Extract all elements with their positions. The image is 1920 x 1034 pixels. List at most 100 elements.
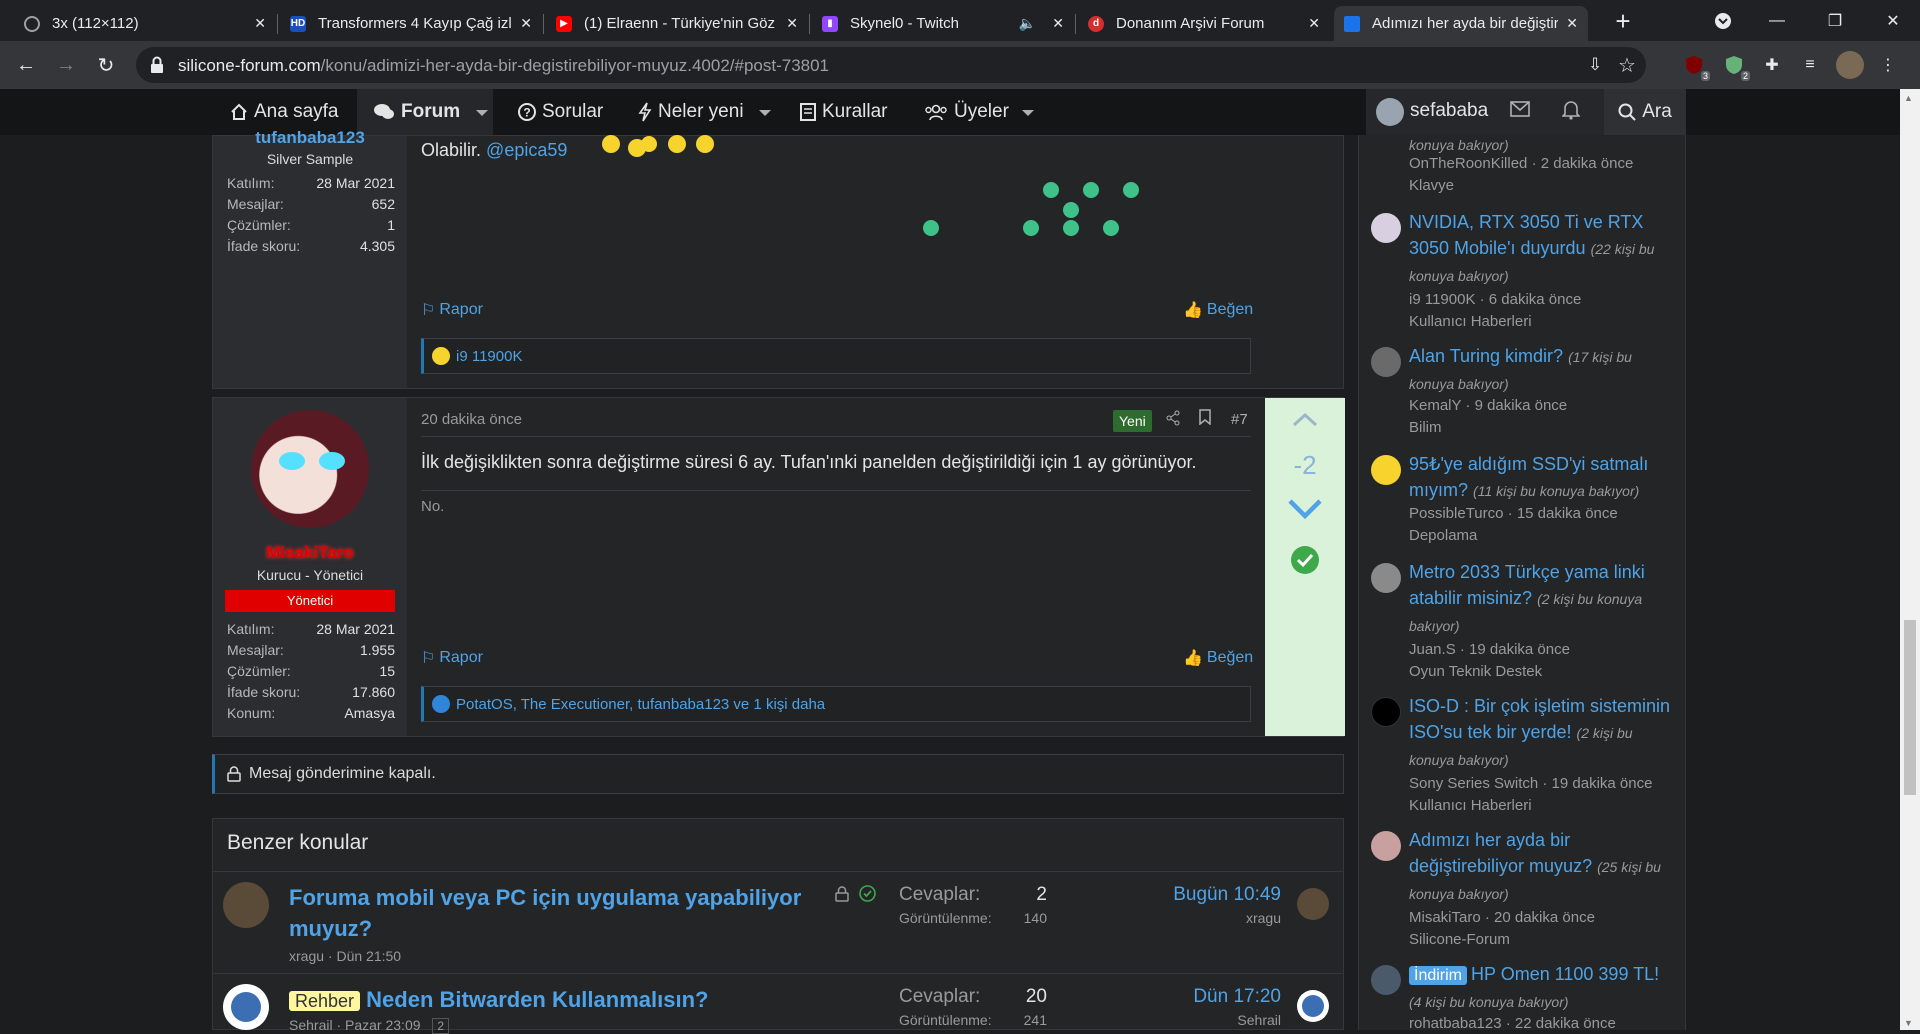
- extensions-puzzle-icon[interactable]: ✚: [1758, 51, 1786, 79]
- reactions-text[interactable]: i9 11900K: [456, 348, 522, 365]
- sidebar-forum[interactable]: Klavye: [1409, 177, 1454, 194]
- nav-username[interactable]: sefababa: [1410, 100, 1488, 122]
- sidebar-forum[interactable]: Silicone-Forum: [1409, 931, 1510, 948]
- post-time[interactable]: 20 dakika önce: [421, 411, 522, 428]
- bookmark-icon[interactable]: [1199, 409, 1211, 430]
- ublock-icon[interactable]: 3: [1680, 51, 1710, 81]
- whats-new-dropdown-caret-icon[interactable]: [759, 110, 771, 116]
- upvote-chevron-icon[interactable]: [1291, 412, 1319, 433]
- page-link[interactable]: 2: [432, 1018, 450, 1034]
- thread-link[interactable]: Adımızı her ayda bir değiştirebiliyor mu…: [1409, 830, 1592, 876]
- avatar[interactable]: [1297, 990, 1329, 1022]
- nav-rules[interactable]: Kurallar: [800, 89, 887, 135]
- bell-icon[interactable]: [1561, 100, 1581, 125]
- mention-link[interactable]: @epica59: [486, 140, 567, 160]
- chrome-menu-icon[interactable]: ⋮: [1874, 51, 1902, 79]
- address-bar[interactable]: silicone-forum.com/konu/adimizi-her-ayda…: [136, 47, 1646, 83]
- close-icon[interactable]: ✕: [786, 15, 798, 32]
- tab-search-icon[interactable]: [1708, 6, 1738, 36]
- sidebar-forum[interactable]: Depolama: [1409, 527, 1477, 544]
- nav-members-label: Üyeler: [954, 101, 1009, 122]
- last-post-date[interactable]: Bugün 10:49: [1121, 884, 1281, 906]
- avatar[interactable]: [1371, 697, 1401, 727]
- forum-dropdown-caret-icon[interactable]: [476, 110, 488, 116]
- avatar[interactable]: [223, 984, 269, 1030]
- thread-title[interactable]: Neden Bitwarden Kullanmalısın?: [366, 987, 708, 1012]
- report-button[interactable]: ⚐ Rapor: [421, 648, 483, 668]
- nav-members[interactable]: Üyeler: [924, 89, 1009, 135]
- scroll-up-arrow-icon[interactable]: ▲: [1904, 93, 1913, 103]
- members-dropdown-caret-icon[interactable]: [1022, 110, 1034, 116]
- like-button[interactable]: 👍 Beğen: [1183, 648, 1253, 668]
- close-icon[interactable]: ✕: [1566, 15, 1578, 32]
- nav-search-button[interactable]: Ara: [1604, 89, 1686, 135]
- avatar[interactable]: [1371, 965, 1401, 995]
- avatar[interactable]: [251, 410, 369, 528]
- avatar[interactable]: [1371, 347, 1401, 377]
- new-tab-plus-icon[interactable]: +: [1608, 6, 1638, 36]
- browser-tab[interactable]: 3x (112×112) ✕: [14, 6, 276, 41]
- avatar[interactable]: [1371, 213, 1401, 243]
- reactions-bar[interactable]: i9 11900K: [421, 338, 1251, 374]
- thread-link[interactable]: HP Omen 1100 399 TL!: [1471, 964, 1659, 984]
- adguard-badge: 2: [1740, 71, 1750, 81]
- scrollbar-track[interactable]: [1900, 89, 1920, 1030]
- nav-whats-new[interactable]: Neler yeni: [638, 89, 744, 135]
- close-icon[interactable]: ✕: [1052, 15, 1064, 32]
- post-username[interactable]: tufanbaba123: [213, 128, 407, 148]
- last-post-user[interactable]: xragu: [1121, 910, 1281, 926]
- last-post-user[interactable]: Sehrail: [1121, 1012, 1281, 1028]
- sidebar-forum[interactable]: Bilim: [1409, 419, 1442, 436]
- avatar[interactable]: [1371, 831, 1401, 861]
- close-icon[interactable]: ✕: [1308, 15, 1320, 32]
- avatar[interactable]: [1297, 888, 1329, 920]
- browser-tab[interactable]: ▮ Skynel0 - Twitch 🔈 ✕: [812, 6, 1074, 41]
- last-post-date[interactable]: Dün 17:20: [1121, 986, 1281, 1008]
- thread-title[interactable]: Foruma mobil veya PC için uygulama yapab…: [289, 882, 809, 944]
- profile-avatar-icon[interactable]: [1836, 51, 1864, 79]
- browser-tab[interactable]: HD Transformers 4 Kayıp Çağ izle ✕: [280, 6, 542, 41]
- sidebar-forum[interactable]: Kullanıcı Haberleri: [1409, 313, 1532, 330]
- sidebar-forum[interactable]: Kullanıcı Haberleri: [1409, 797, 1532, 814]
- avatar[interactable]: [1371, 563, 1401, 593]
- minimize-icon[interactable]: —: [1762, 6, 1792, 36]
- post-username[interactable]: MisakiTaro: [213, 543, 407, 563]
- browser-tab[interactable]: d Donanım Arşivi Forum ✕: [1078, 6, 1330, 41]
- back-arrow-icon[interactable]: ←: [10, 49, 42, 81]
- thread-prefix[interactable]: İndirim: [1409, 966, 1468, 985]
- nav-questions[interactable]: ? Sorular: [518, 89, 603, 135]
- close-icon[interactable]: ✕: [520, 15, 532, 32]
- reload-icon[interactable]: ↻: [90, 49, 122, 81]
- downvote-chevron-icon[interactable]: [1287, 498, 1323, 525]
- avatar[interactable]: [1376, 98, 1404, 126]
- install-app-icon[interactable]: ⇩: [1588, 55, 1602, 75]
- browser-tab[interactable]: ▶ (1) Elraenn - Türkiye'nin Göz ✕: [546, 6, 808, 41]
- reactions-text[interactable]: PotatOS, The Executioner, tufanbaba123 v…: [456, 696, 825, 713]
- bookmark-star-icon[interactable]: ☆: [1618, 53, 1636, 78]
- viewers-text: konuya bakıyor): [1409, 137, 1509, 153]
- envelope-icon[interactable]: [1510, 101, 1530, 122]
- share-icon[interactable]: [1165, 410, 1181, 431]
- avatar[interactable]: [223, 882, 269, 928]
- report-button[interactable]: ⚐ Rapor: [421, 300, 483, 320]
- scrollbar-thumb[interactable]: [1904, 620, 1916, 795]
- solution-check-icon[interactable]: [1290, 545, 1320, 580]
- restore-icon[interactable]: ❐: [1820, 6, 1850, 36]
- lock-icon[interactable]: [150, 56, 164, 79]
- sidebar-forum[interactable]: Oyun Teknik Destek: [1409, 663, 1542, 680]
- reactions-bar[interactable]: PotatOS, The Executioner, tufanbaba123 v…: [421, 686, 1251, 722]
- close-icon[interactable]: ✕: [254, 15, 266, 32]
- post-number[interactable]: #7: [1231, 411, 1248, 428]
- like-button[interactable]: 👍 Beğen: [1183, 300, 1253, 320]
- mute-icon[interactable]: 🔈: [1019, 15, 1036, 32]
- scroll-down-arrow-icon[interactable]: ▼: [1904, 1018, 1913, 1028]
- avatar[interactable]: [1371, 455, 1401, 485]
- adguard-icon[interactable]: 2: [1720, 51, 1750, 81]
- browser-tab-active[interactable]: Adımızı her ayda bir değiştir ✕: [1334, 6, 1588, 41]
- thread-prefix[interactable]: Rehber: [289, 991, 361, 1011]
- sidebar-meta: MisakiTaro · 20 dakika önce: [1409, 909, 1595, 926]
- thread-link[interactable]: Alan Turing kimdir?: [1409, 346, 1563, 366]
- window-close-icon[interactable]: ✕: [1878, 6, 1908, 36]
- forward-arrow-icon[interactable]: →: [50, 49, 82, 81]
- reading-list-icon[interactable]: ≡: [1796, 51, 1824, 79]
